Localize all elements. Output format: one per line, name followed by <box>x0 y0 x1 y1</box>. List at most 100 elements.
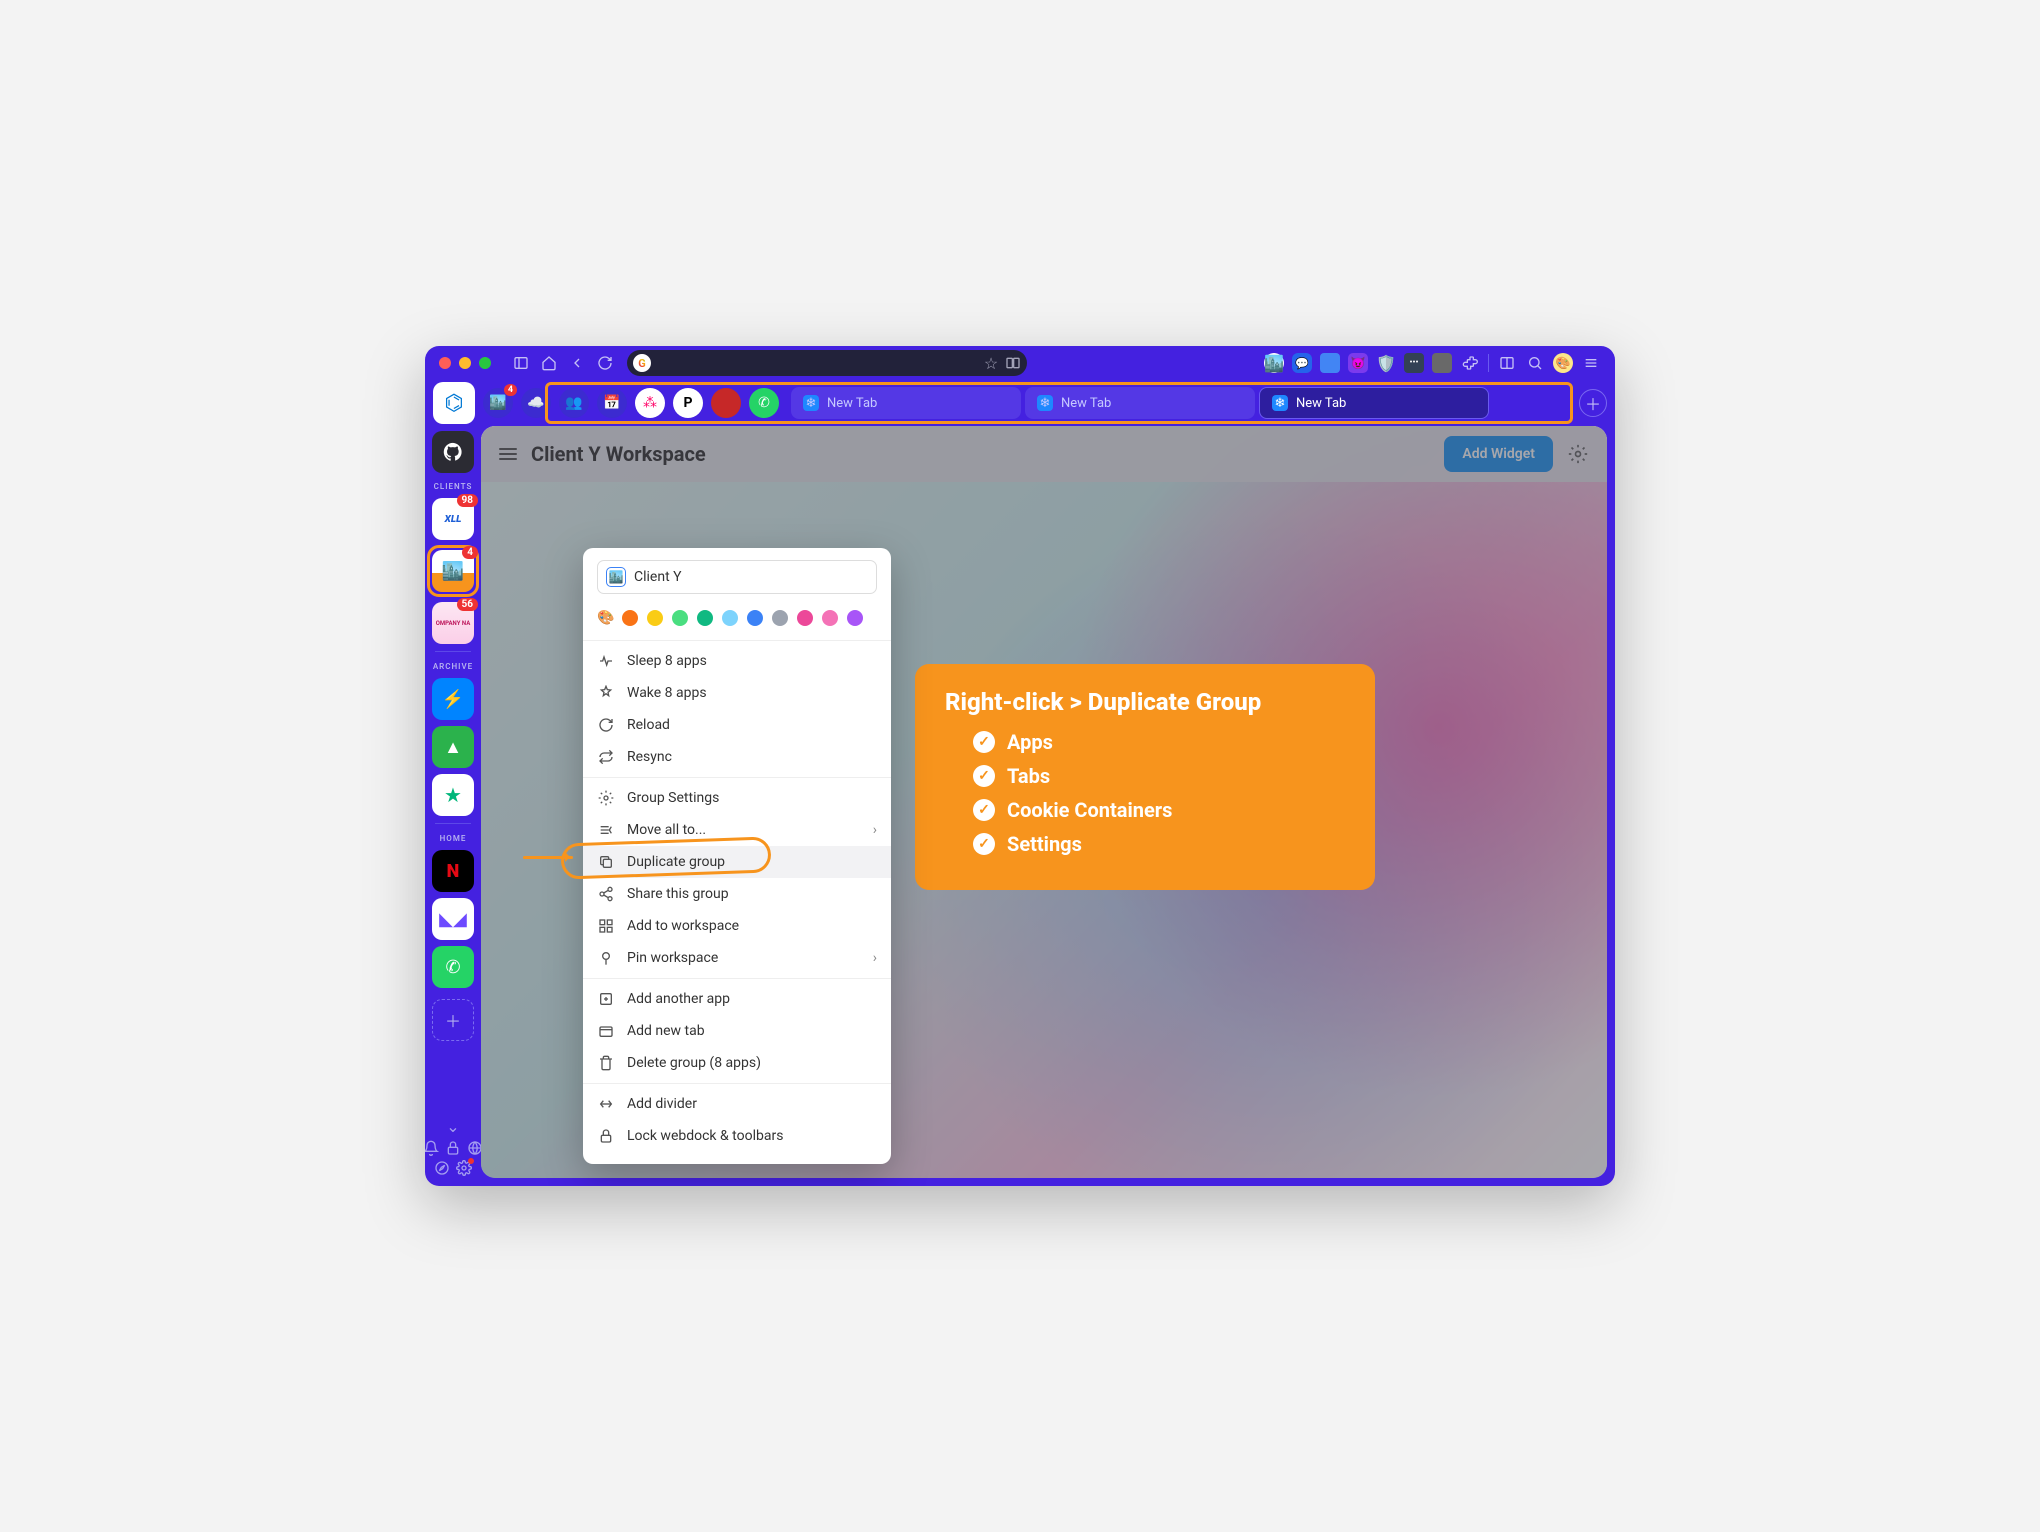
pin-icon <box>597 949 615 967</box>
avatar-app-icon[interactable]: 🏙️ <box>1264 353 1284 373</box>
sidebar-app-client-y[interactable]: 🏙️4 <box>432 550 474 592</box>
sidebar-app-company[interactable]: OMPANY NA56 <box>432 602 474 644</box>
badge: 4 <box>504 384 517 396</box>
grid-icon[interactable]: ••• <box>1404 353 1424 373</box>
color-swatch[interactable] <box>822 610 838 626</box>
color-swatch[interactable] <box>772 610 788 626</box>
url-bar[interactable]: G ☆ <box>627 350 1027 376</box>
pinned-app-whatsapp[interactable]: ✆ <box>749 388 779 418</box>
reload-icon[interactable] <box>595 353 615 373</box>
compass-icon[interactable] <box>434 1160 450 1176</box>
sidebar-toggle-icon[interactable] <box>511 353 531 373</box>
docs-icon[interactable] <box>1320 353 1340 373</box>
menu-wake-apps[interactable]: Wake 8 apps <box>583 677 891 709</box>
menu-add-app[interactable]: Add another app <box>583 983 891 1015</box>
pinned-app-city[interactable]: 🏙️4 <box>483 388 513 418</box>
palette-icon: 🎨 <box>597 610 613 626</box>
traffic-lights <box>439 357 491 369</box>
gear-icon <box>597 789 615 807</box>
tab-3[interactable]: ❄New Tab <box>1259 387 1489 419</box>
pinned-app-red[interactable] <box>711 388 741 418</box>
add-group-button[interactable]: ＋ <box>432 999 474 1041</box>
smile-icon[interactable]: 😈 <box>1348 353 1368 373</box>
panel-icon[interactable] <box>1497 353 1517 373</box>
menu-duplicate-group[interactable]: Duplicate group <box>583 846 891 878</box>
sidebar-app-protonmail[interactable]: ◣◢ <box>432 898 474 940</box>
menu-resync[interactable]: Resync <box>583 741 891 773</box>
color-swatch[interactable] <box>722 610 738 626</box>
star-icon[interactable]: ☆ <box>983 355 999 371</box>
annotation-callout: Right-click > Duplicate Group ✓Apps ✓Tab… <box>915 664 1375 890</box>
pinned-app-calendar[interactable]: 📅 <box>597 388 627 418</box>
label: Add divider <box>627 1096 697 1112</box>
sidebar-app-github[interactable] <box>432 431 474 473</box>
check-icon: ✓ <box>973 731 995 753</box>
color-swatch[interactable] <box>672 610 688 626</box>
add-tab-button[interactable]: ＋ <box>1579 389 1607 417</box>
add-app-icon <box>597 990 615 1008</box>
home-icon[interactable] <box>539 353 559 373</box>
color-swatch[interactable] <box>647 610 663 626</box>
menu-add-tab[interactable]: Add new tab <box>583 1015 891 1047</box>
vscode-app-icon[interactable]: ⌬ <box>433 382 475 424</box>
extensions-icon[interactable] <box>1460 353 1480 373</box>
sleep-icon <box>597 652 615 670</box>
sidebar-app-whatsapp[interactable]: ✆ <box>432 946 474 988</box>
maximize-window[interactable] <box>479 357 491 369</box>
pinned-app-onedrive[interactable]: ☁️ <box>521 388 551 418</box>
label: Sleep 8 apps <box>627 653 707 669</box>
pinned-app-asana[interactable]: ⁂ <box>635 388 665 418</box>
shield-icon[interactable]: 🛡️ <box>1376 353 1396 373</box>
ext-icon[interactable] <box>1432 353 1452 373</box>
color-swatch[interactable] <box>847 610 863 626</box>
chevron-down-icon[interactable]: ⌄ <box>446 1117 459 1136</box>
tab-icon: ❄ <box>1037 395 1053 411</box>
titlebar: G ☆ 🏙️ 💬 😈 🛡️ ••• 🎨 <box>425 346 1615 380</box>
color-swatch[interactable] <box>747 610 763 626</box>
profile-avatar[interactable]: 🎨 <box>1553 353 1573 373</box>
sidebar-app-xll[interactable]: XLL98 <box>432 498 474 540</box>
divider <box>435 823 471 824</box>
group-name-input[interactable]: 🏙️ Client Y <box>597 560 877 594</box>
tab-1[interactable]: ❄New Tab <box>791 387 1021 419</box>
split-icon[interactable] <box>1005 355 1021 371</box>
pinned-app-p[interactable]: P <box>673 388 703 418</box>
menu-delete-group[interactable]: Delete group (8 apps) <box>583 1047 891 1079</box>
search-icon[interactable] <box>1525 353 1545 373</box>
pinned-app-contacts[interactable]: 👥 <box>559 388 589 418</box>
menu-pin-workspace[interactable]: Pin workspace› <box>583 942 891 974</box>
tabs: ❄New Tab ❄New Tab ❄New Tab <box>791 387 1575 419</box>
close-window[interactable] <box>439 357 451 369</box>
divider-icon <box>597 1095 615 1113</box>
menu-icon[interactable] <box>1581 353 1601 373</box>
menu-reload[interactable]: Reload <box>583 709 891 741</box>
minimize-window[interactable] <box>459 357 471 369</box>
menu-share-group[interactable]: Share this group <box>583 878 891 910</box>
divider <box>583 777 891 778</box>
tab-label: New Tab <box>1296 396 1346 411</box>
color-swatch[interactable] <box>622 610 638 626</box>
tab-2[interactable]: ❄New Tab <box>1025 387 1255 419</box>
chat-icon[interactable]: 💬 <box>1292 353 1312 373</box>
sidebar-app-messenger[interactable]: ⚡ <box>432 678 474 720</box>
lock-icon[interactable] <box>445 1140 461 1156</box>
divider <box>1488 354 1489 372</box>
callout-item: ✓Apps <box>945 730 1345 754</box>
settings-icon[interactable] <box>456 1160 472 1176</box>
menu-lock-webdock[interactable]: Lock webdock & toolbars <box>583 1120 891 1152</box>
badge: 4 <box>462 546 478 559</box>
sidebar-app-feedly[interactable]: ▲ <box>432 726 474 768</box>
sidebar-app-netflix[interactable]: N <box>432 850 474 892</box>
color-swatch[interactable] <box>697 610 713 626</box>
color-swatch[interactable] <box>797 610 813 626</box>
divider <box>583 978 891 979</box>
menu-add-divider[interactable]: Add divider <box>583 1088 891 1120</box>
bell-icon[interactable] <box>425 1140 439 1156</box>
back-icon[interactable] <box>567 353 587 373</box>
sidebar-app-trustpilot[interactable]: ★ <box>432 774 474 816</box>
badge: 56 <box>457 598 478 611</box>
menu-add-workspace[interactable]: Add to workspace <box>583 910 891 942</box>
menu-move-all[interactable]: Move all to...› <box>583 814 891 846</box>
menu-group-settings[interactable]: Group Settings <box>583 782 891 814</box>
menu-sleep-apps[interactable]: Sleep 8 apps <box>583 645 891 677</box>
